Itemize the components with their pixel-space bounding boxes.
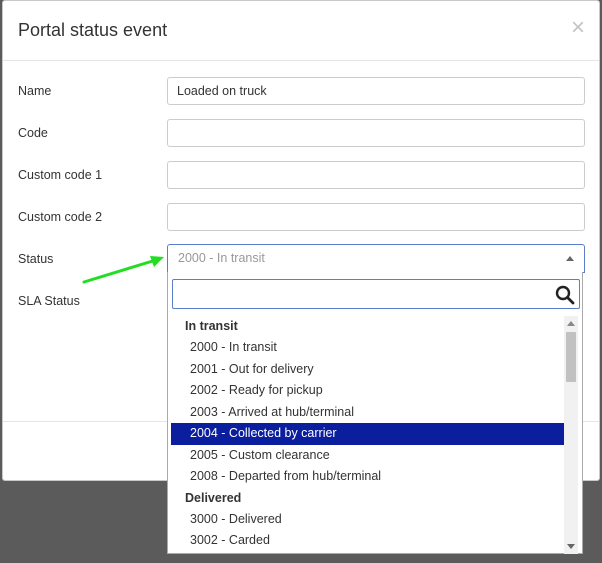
name-field[interactable]: Loaded on truck: [167, 77, 585, 105]
status-option[interactable]: 2000 - In transit: [171, 337, 564, 359]
dialog-header: Portal status event ×: [3, 1, 599, 61]
status-option[interactable]: 2001 - Out for delivery: [171, 359, 564, 381]
scroll-down-icon[interactable]: [567, 544, 575, 549]
custom-code-1-field[interactable]: [167, 161, 585, 189]
option-group-label: In transit: [185, 319, 238, 333]
status-option[interactable]: 2003 - Arrived at hub/terminal: [171, 402, 564, 424]
code-field[interactable]: [167, 119, 585, 147]
dropdown-search-input[interactable]: [172, 279, 580, 309]
dialog-title: Portal status event: [18, 20, 168, 40]
custom-code-2-field[interactable]: [167, 203, 585, 231]
status-option[interactable]: 2002 - Ready for pickup: [171, 380, 564, 402]
custom-code-2-label: Custom code 2: [18, 210, 103, 224]
status-select[interactable]: 2000 - In transit: [167, 244, 585, 273]
status-dropdown: In transit 2000 - In transit 2001 - Out …: [167, 272, 583, 554]
close-icon[interactable]: ×: [571, 16, 585, 40]
status-option[interactable]: 2005 - Custom clearance: [171, 445, 564, 467]
status-option[interactable]: 3002 - Carded: [171, 530, 564, 552]
status-option-highlighted[interactable]: 2004 - Collected by carrier: [171, 423, 564, 445]
code-label: Code: [18, 126, 48, 140]
status-option-list: In transit 2000 - In transit 2001 - Out …: [168, 316, 568, 554]
option-group-label: Delivered: [185, 490, 242, 505]
custom-code-1-label: Custom code 1: [18, 168, 103, 182]
name-label: Name: [18, 84, 52, 98]
status-label: Status: [18, 252, 54, 266]
status-select-value: 2000 - In transit: [178, 251, 265, 265]
status-option[interactable]: 2008 - Departed from hub/terminal: [171, 466, 564, 488]
search-icon: [555, 285, 575, 305]
scrollbar-thumb[interactable]: [566, 332, 576, 382]
chevron-up-icon[interactable]: [566, 256, 574, 261]
sla-status-label: SLA Status: [18, 294, 80, 308]
status-option[interactable]: 3000 - Delivered: [171, 509, 564, 531]
annotation-arrow-icon: [82, 256, 164, 284]
scroll-up-icon[interactable]: [567, 321, 575, 326]
dropdown-scrollbar[interactable]: [564, 316, 578, 554]
